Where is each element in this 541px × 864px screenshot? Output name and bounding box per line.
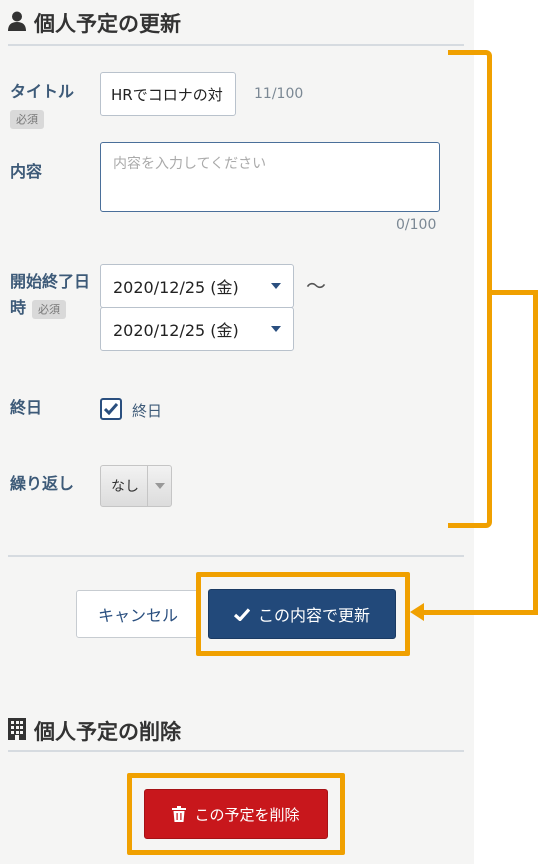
check-icon bbox=[104, 403, 118, 415]
start-date-value: 2020/12/25 (金) bbox=[113, 278, 239, 297]
annotation-highlight-update bbox=[196, 572, 410, 656]
title-input-value: HRでコロナの対 bbox=[111, 85, 223, 104]
update-section-title: 個人予定の更新 bbox=[8, 8, 181, 38]
content-placeholder: 内容を入力してください bbox=[113, 156, 267, 172]
allday-checkbox-label[interactable]: 終日 bbox=[132, 400, 162, 421]
annotation-connector bbox=[488, 290, 538, 295]
cancel-button[interactable]: キャンセル bbox=[76, 590, 200, 638]
content-textarea[interactable]: 内容を入力してください bbox=[100, 142, 440, 212]
annotation-connector bbox=[420, 610, 538, 615]
section-divider bbox=[8, 750, 464, 752]
start-date-select[interactable]: 2020/12/25 (金) bbox=[100, 264, 294, 308]
repeat-select-value: なし bbox=[111, 479, 139, 495]
annotation-connector bbox=[533, 290, 538, 615]
end-date-value: 2020/12/25 (金) bbox=[113, 321, 239, 340]
content-char-counter: 0/100 bbox=[396, 217, 437, 233]
range-separator: 〜 bbox=[306, 274, 326, 298]
section-divider bbox=[8, 44, 464, 46]
repeat-field-label: 繰り返し bbox=[10, 474, 75, 493]
cancel-button-label: キャンセル bbox=[97, 606, 178, 625]
annotation-highlight-delete bbox=[127, 773, 345, 855]
required-badge: 必須 bbox=[32, 300, 66, 319]
required-badge: 必須 bbox=[10, 110, 44, 129]
chevron-down-icon bbox=[147, 466, 171, 506]
title-input[interactable]: HRでコロナの対 bbox=[100, 72, 236, 116]
update-title-text: 個人予定の更新 bbox=[34, 12, 181, 36]
chevron-down-icon bbox=[271, 283, 281, 289]
datetime-label-line1: 開始終了日 bbox=[10, 272, 91, 291]
end-date-select[interactable]: 2020/12/25 (金) bbox=[100, 307, 294, 351]
form-footer-divider bbox=[8, 555, 464, 557]
allday-checkbox[interactable] bbox=[100, 398, 122, 420]
delete-title-text: 個人予定の削除 bbox=[34, 720, 181, 744]
delete-section-title: 個人予定の削除 bbox=[8, 716, 181, 746]
repeat-select[interactable]: なし bbox=[100, 465, 172, 507]
content-field-label: 内容 bbox=[10, 162, 43, 181]
chevron-down-icon bbox=[271, 326, 281, 332]
title-char-counter: 11/100 bbox=[254, 86, 304, 102]
datetime-label-line2: 時 bbox=[10, 298, 27, 317]
user-icon bbox=[8, 11, 26, 36]
title-field-label: タイトル bbox=[10, 82, 75, 101]
building-icon bbox=[8, 717, 26, 745]
annotation-arrow-icon bbox=[410, 603, 424, 621]
allday-field-label: 終日 bbox=[10, 398, 43, 417]
annotation-bracket bbox=[448, 50, 492, 528]
